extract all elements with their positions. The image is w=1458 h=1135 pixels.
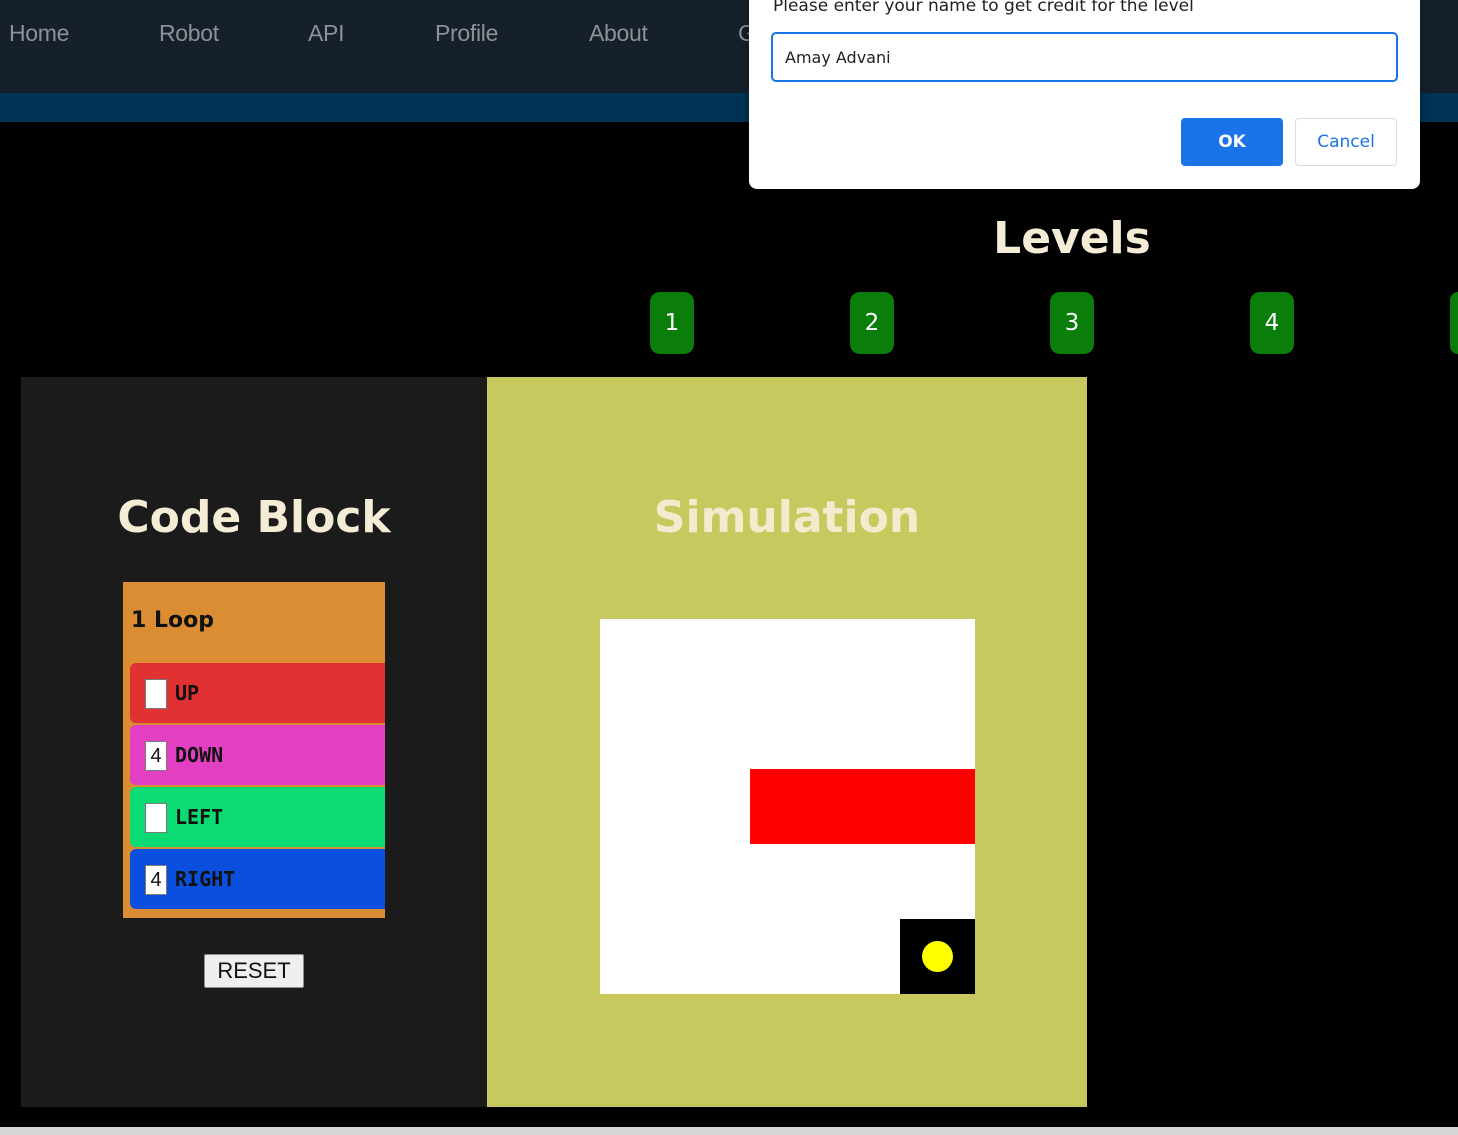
command-down-label: DOWN [175,743,224,767]
loop-label: 1 Loop [131,608,214,633]
command-down-count-input[interactable] [145,741,167,771]
level-button-4[interactable]: 4 [1250,292,1294,354]
level-button-1[interactable]: 1 [650,292,694,354]
reset-button[interactable]: RESET [204,954,304,988]
name-input[interactable] [771,32,1398,82]
level-button-2[interactable]: 2 [850,292,894,354]
nav-link-api[interactable]: API [308,20,344,47]
command-right-count-input[interactable] [145,865,167,895]
wall-block [750,769,975,844]
code-block-title: Code Block [117,492,391,543]
name-prompt-dialog: Please enter your name to get credit for… [749,0,1420,189]
nav-link-robot[interactable]: Robot [159,20,219,47]
command-left[interactable]: LEFT [130,787,385,847]
loop-block[interactable]: 1 Loop UP DOWN LEFT RIGHT [123,582,385,918]
command-left-count-input[interactable] [145,803,167,833]
levels-title: Levels [993,213,1151,264]
simulation-title: Simulation [653,492,921,543]
nav-link-about[interactable]: About [589,20,648,47]
goal-cell [900,919,975,994]
command-right[interactable]: RIGHT [130,849,385,909]
level-button-3[interactable]: 3 [1050,292,1094,354]
cancel-button[interactable]: Cancel [1295,118,1397,166]
horizontal-scrollbar[interactable] [0,1127,1458,1135]
simulation-grid [600,619,975,994]
robot-marker [922,941,953,972]
command-right-label: RIGHT [175,867,236,891]
dialog-message: Please enter your name to get credit for… [773,0,1194,16]
level-button-5-partial[interactable] [1450,292,1458,354]
ok-button[interactable]: OK [1181,118,1283,166]
simulation-panel: Simulation [487,377,1087,1107]
command-up-label: UP [175,681,200,705]
code-block-panel: Code Block 1 Loop UP DOWN LEFT RIGHT RES… [21,377,487,1107]
command-up-count-input[interactable] [145,679,167,709]
command-left-label: LEFT [175,805,224,829]
command-up[interactable]: UP [130,663,385,723]
nav-link-home[interactable]: Home [9,20,69,47]
command-down[interactable]: DOWN [130,725,385,785]
nav-link-profile[interactable]: Profile [435,20,498,47]
